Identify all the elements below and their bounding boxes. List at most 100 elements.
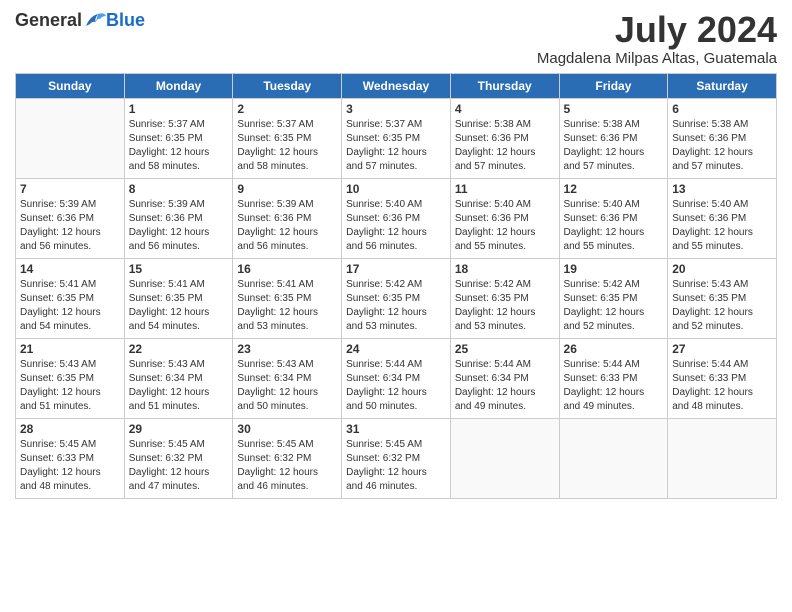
calendar-cell: 31 Sunrise: 5:45 AM Sunset: 6:32 PM Dayli… [342, 418, 451, 498]
day-number: 31 [346, 422, 446, 436]
title-area: July 2024 Magdalena Milpas Altas, Guatem… [537, 10, 777, 67]
day-number: 12 [564, 182, 664, 196]
day-info: Sunrise: 5:44 AM Sunset: 6:34 PM Dayligh… [346, 358, 446, 414]
calendar-cell: 29 Sunrise: 5:45 AM Sunset: 6:32 PM Dayli… [124, 418, 233, 498]
day-info: Sunrise: 5:43 AM Sunset: 6:35 PM Dayligh… [672, 278, 772, 334]
calendar-cell: 16 Sunrise: 5:41 AM Sunset: 6:35 PM Dayli… [233, 258, 342, 338]
day-number: 2 [237, 102, 337, 116]
calendar-cell: 30 Sunrise: 5:45 AM Sunset: 6:32 PM Dayli… [233, 418, 342, 498]
day-number: 1 [129, 102, 229, 116]
day-number: 8 [129, 182, 229, 196]
day-info: Sunrise: 5:40 AM Sunset: 6:36 PM Dayligh… [346, 198, 446, 254]
logo-general-text: General [15, 10, 82, 31]
logo-bird-icon [84, 12, 106, 30]
day-info: Sunrise: 5:38 AM Sunset: 6:36 PM Dayligh… [455, 118, 555, 174]
calendar-cell: 20Sunrise: 5:43 AM Sunset: 6:35 PM Dayli… [668, 258, 777, 338]
calendar-cell: 27 Sunrise: 5:44 AM Sunset: 6:33 PM Dayli… [668, 338, 777, 418]
day-info: Sunrise: 5:45 AM Sunset: 6:32 PM Dayligh… [346, 438, 446, 494]
day-info: Sunrise: 5:45 AM Sunset: 6:32 PM Dayligh… [237, 438, 337, 494]
day-info: Sunrise: 5:39 AM Sunset: 6:36 PM Dayligh… [129, 198, 229, 254]
calendar-week-row: 14 Sunrise: 5:41 AM Sunset: 6:35 PM Dayli… [16, 258, 777, 338]
calendar-cell: 18 Sunrise: 5:42 AM Sunset: 6:35 PM Dayli… [450, 258, 559, 338]
day-info: Sunrise: 5:45 AM Sunset: 6:33 PM Dayligh… [20, 438, 120, 494]
column-header-sunday: Sunday [16, 73, 125, 98]
day-number: 18 [455, 262, 555, 276]
day-number: 5 [564, 102, 664, 116]
column-header-monday: Monday [124, 73, 233, 98]
day-info: Sunrise: 5:37 AM Sunset: 6:35 PM Dayligh… [129, 118, 229, 174]
day-info: Sunrise: 5:41 AM Sunset: 6:35 PM Dayligh… [20, 278, 120, 334]
logo: General Blue [15, 10, 145, 31]
day-number: 13 [672, 182, 772, 196]
calendar-cell: 25 Sunrise: 5:44 AM Sunset: 6:34 PM Dayli… [450, 338, 559, 418]
column-header-tuesday: Tuesday [233, 73, 342, 98]
day-info: Sunrise: 5:42 AM Sunset: 6:35 PM Dayligh… [346, 278, 446, 334]
calendar-cell: 1 Sunrise: 5:37 AM Sunset: 6:35 PM Daylig… [124, 98, 233, 178]
day-info: Sunrise: 5:41 AM Sunset: 6:35 PM Dayligh… [129, 278, 229, 334]
day-number: 19 [564, 262, 664, 276]
day-info: Sunrise: 5:44 AM Sunset: 6:34 PM Dayligh… [455, 358, 555, 414]
day-info: Sunrise: 5:40 AM Sunset: 6:36 PM Dayligh… [672, 198, 772, 254]
day-info: Sunrise: 5:43 AM Sunset: 6:34 PM Dayligh… [129, 358, 229, 414]
day-number: 25 [455, 342, 555, 356]
calendar-week-row: 21Sunrise: 5:43 AM Sunset: 6:35 PM Dayli… [16, 338, 777, 418]
day-number: 26 [564, 342, 664, 356]
day-number: 10 [346, 182, 446, 196]
calendar-cell: 22 Sunrise: 5:43 AM Sunset: 6:34 PM Dayli… [124, 338, 233, 418]
day-number: 6 [672, 102, 772, 116]
day-number: 21 [20, 342, 120, 356]
calendar-cell: 15Sunrise: 5:41 AM Sunset: 6:35 PM Dayli… [124, 258, 233, 338]
day-number: 4 [455, 102, 555, 116]
day-info: Sunrise: 5:42 AM Sunset: 6:35 PM Dayligh… [455, 278, 555, 334]
calendar-cell: 28 Sunrise: 5:45 AM Sunset: 6:33 PM Dayli… [16, 418, 125, 498]
day-info: Sunrise: 5:44 AM Sunset: 6:33 PM Dayligh… [672, 358, 772, 414]
calendar-cell: 2Sunrise: 5:37 AM Sunset: 6:35 PM Daylig… [233, 98, 342, 178]
day-info: Sunrise: 5:41 AM Sunset: 6:35 PM Dayligh… [237, 278, 337, 334]
day-info: Sunrise: 5:40 AM Sunset: 6:36 PM Dayligh… [564, 198, 664, 254]
column-header-thursday: Thursday [450, 73, 559, 98]
calendar-cell [450, 418, 559, 498]
day-number: 14 [20, 262, 120, 276]
calendar-table: SundayMondayTuesdayWednesdayThursdayFrid… [15, 73, 777, 499]
day-info: Sunrise: 5:45 AM Sunset: 6:32 PM Dayligh… [129, 438, 229, 494]
day-info: Sunrise: 5:43 AM Sunset: 6:34 PM Dayligh… [237, 358, 337, 414]
calendar-week-row: 7 Sunrise: 5:39 AM Sunset: 6:36 PM Daylig… [16, 178, 777, 258]
column-header-friday: Friday [559, 73, 668, 98]
column-header-wednesday: Wednesday [342, 73, 451, 98]
day-number: 27 [672, 342, 772, 356]
calendar-cell: 13 Sunrise: 5:40 AM Sunset: 6:36 PM Dayli… [668, 178, 777, 258]
day-number: 7 [20, 182, 120, 196]
month-year-title: July 2024 [537, 10, 777, 50]
calendar-cell: 7 Sunrise: 5:39 AM Sunset: 6:36 PM Daylig… [16, 178, 125, 258]
day-number: 9 [237, 182, 337, 196]
calendar-cell: 6 Sunrise: 5:38 AM Sunset: 6:36 PM Daylig… [668, 98, 777, 178]
day-info: Sunrise: 5:40 AM Sunset: 6:36 PM Dayligh… [455, 198, 555, 254]
day-number: 16 [237, 262, 337, 276]
calendar-cell: 24 Sunrise: 5:44 AM Sunset: 6:34 PM Dayli… [342, 338, 451, 418]
day-info: Sunrise: 5:38 AM Sunset: 6:36 PM Dayligh… [564, 118, 664, 174]
calendar-header-row: SundayMondayTuesdayWednesdayThursdayFrid… [16, 73, 777, 98]
calendar-cell: 10 Sunrise: 5:40 AM Sunset: 6:36 PM Dayli… [342, 178, 451, 258]
day-number: 17 [346, 262, 446, 276]
day-number: 22 [129, 342, 229, 356]
day-number: 11 [455, 182, 555, 196]
day-info: Sunrise: 5:38 AM Sunset: 6:36 PM Dayligh… [672, 118, 772, 174]
day-info: Sunrise: 5:39 AM Sunset: 6:36 PM Dayligh… [237, 198, 337, 254]
day-number: 24 [346, 342, 446, 356]
day-number: 30 [237, 422, 337, 436]
calendar-cell: 9 Sunrise: 5:39 AM Sunset: 6:36 PM Daylig… [233, 178, 342, 258]
day-info: Sunrise: 5:37 AM Sunset: 6:35 PM Dayligh… [346, 118, 446, 174]
calendar-week-row: 1 Sunrise: 5:37 AM Sunset: 6:35 PM Daylig… [16, 98, 777, 178]
calendar-cell [16, 98, 125, 178]
calendar-cell [668, 418, 777, 498]
calendar-cell: 17 Sunrise: 5:42 AM Sunset: 6:35 PM Dayli… [342, 258, 451, 338]
calendar-cell: 19Sunrise: 5:42 AM Sunset: 6:35 PM Dayli… [559, 258, 668, 338]
day-info: Sunrise: 5:39 AM Sunset: 6:36 PM Dayligh… [20, 198, 120, 254]
day-number: 29 [129, 422, 229, 436]
day-number: 28 [20, 422, 120, 436]
calendar-cell: 21Sunrise: 5:43 AM Sunset: 6:35 PM Dayli… [16, 338, 125, 418]
column-header-saturday: Saturday [668, 73, 777, 98]
calendar-week-row: 28 Sunrise: 5:45 AM Sunset: 6:33 PM Dayli… [16, 418, 777, 498]
calendar-cell: 11 Sunrise: 5:40 AM Sunset: 6:36 PM Dayli… [450, 178, 559, 258]
logo-blue-text: Blue [106, 10, 145, 31]
